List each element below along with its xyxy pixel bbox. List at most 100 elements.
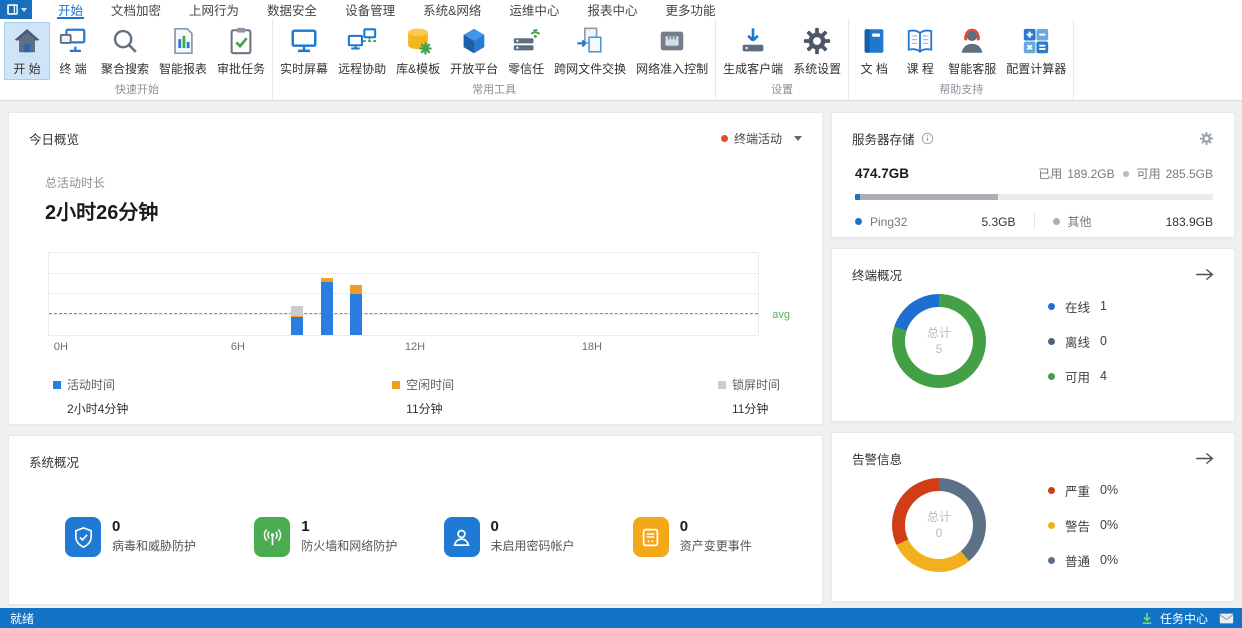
average-line-label: avg [772, 309, 790, 322]
activity-bar-hour-8 [291, 305, 304, 335]
bar-segment-active [291, 317, 304, 335]
bar-segment-active [320, 281, 333, 335]
ribbon-button-文档[interactable]: 文 档 [851, 22, 897, 80]
tab-文档加密[interactable]: 文档加密 [97, 0, 175, 19]
ribbon-button-课程[interactable]: 课 程 [897, 22, 943, 80]
ribbon-button-智能客服[interactable]: 智能客服 [943, 22, 1001, 80]
stat-value: 0 [112, 518, 121, 535]
ribbon-button-网络准入控制[interactable]: 网络准入控制 [631, 22, 713, 80]
ribbon-button-label: 智能报表 [159, 62, 208, 76]
asset-device-icon [632, 517, 669, 557]
tab-数据安全[interactable]: 数据安全 [253, 0, 331, 19]
alerts-title: 告警信息 [852, 453, 903, 467]
ribbon-button-系统设置[interactable]: 系统设置 [788, 22, 846, 80]
tab-上网行为[interactable]: 上网行为 [175, 0, 253, 19]
task-center-button[interactable]: 任务中心 [1141, 610, 1234, 627]
bar-segment-idle [350, 284, 363, 295]
app-menu-button[interactable] [0, 0, 32, 19]
total-activity-metric: 总活动时长 2小时26分钟 [45, 174, 822, 225]
ribbon-button-审批任务[interactable]: 审批任务 [212, 22, 270, 80]
info-circle-icon[interactable] [921, 132, 934, 145]
tab-设备管理[interactable]: 设备管理 [331, 0, 409, 19]
ribbon-spacer [1074, 19, 1242, 100]
arrow-right-icon[interactable] [1195, 268, 1214, 281]
ribbon-button-智能报表[interactable]: 智能报表 [154, 22, 212, 80]
home-icon [12, 26, 42, 56]
terminal-monitor-icon [58, 26, 88, 56]
tab-运维中心[interactable]: 运维中心 [495, 0, 573, 19]
ribbon-button-配置计算器[interactable]: 配置计算器 [1001, 22, 1071, 80]
legend-label: 活动时间 [67, 378, 116, 392]
right-column: 服务器存储 474.7GB 已用 189.2GB 可用 285.5GB Ping… [831, 112, 1235, 604]
server-storage-title: 服务器存储 [852, 133, 915, 147]
used-value: 189.2GB [1067, 166, 1115, 181]
system-stat-病毒和威胁防护: 0 病毒和威胁防护 [65, 517, 254, 557]
ribbon-button-零信任[interactable]: 零信任 [503, 22, 549, 80]
menubar: 开始 文档加密 上网行为 数据安全 设备管理 系统&网络 运维中心 报表中心 更多功能 [0, 0, 1242, 19]
free-label: 可用 [1136, 167, 1161, 181]
docs-book-icon [859, 26, 889, 56]
today-overview-card: 今日概览 终端活动 总活动时长 2小时26分钟 avg 0H 6H 12H 18H 活… [8, 112, 823, 425]
storage-total: 474.7GB [855, 166, 910, 181]
legend-square-icon [392, 380, 401, 389]
red-dot-icon [720, 135, 728, 142]
chart-legend-item-idle: 空闲时间 11分钟 [392, 376, 454, 417]
ribbon-button-库&模板[interactable]: 库&模板 [391, 22, 445, 80]
system-settings-icon [802, 26, 832, 56]
activity-type-dropdown[interactable]: 终端活动 [720, 130, 802, 147]
config-calculator-icon [1021, 26, 1051, 56]
smart-report-icon [168, 26, 198, 56]
ribbon-group-label: 设置 [771, 84, 794, 96]
ribbon-button-开始[interactable]: 开 始 [4, 22, 50, 80]
ribbon-button-远程协助[interactable]: 远程协助 [333, 22, 391, 80]
stat-label: 未启用密码帐户 [490, 539, 575, 553]
metric-label: 总活动时长 [45, 176, 106, 190]
legend-dot-icon [855, 218, 862, 225]
activity-bar-hour-10 [350, 284, 363, 335]
legend-dot-icon [1052, 218, 1060, 225]
legend-value: 0% [1100, 483, 1119, 497]
ribbon-button-终端[interactable]: 终 端 [50, 22, 96, 80]
ribbon-button-生成客户端[interactable]: 生成客户端 [718, 22, 788, 80]
signal-tower-icon [254, 517, 291, 557]
system-stat-未启用密码帐户: 0 未启用密码帐户 [443, 517, 633, 557]
activity-bar-hour-9 [320, 277, 333, 335]
tab-更多功能[interactable]: 更多功能 [651, 0, 729, 19]
metric-value: 2小时26分钟 [45, 202, 159, 224]
ribbon-button-label: 远程协助 [338, 62, 387, 76]
mail-icon[interactable] [1219, 613, 1234, 624]
tab-报表中心[interactable]: 报表中心 [573, 0, 651, 19]
chart-legend-item-locked: 锁屏时间 11分钟 [717, 376, 780, 417]
ribbon-button-跨网文件交换[interactable]: 跨网文件交换 [549, 22, 631, 80]
legend-label: 空闲时间 [406, 378, 455, 392]
tab-系统&网络[interactable]: 系统&网络 [409, 0, 495, 19]
app-menu-caret-icon [20, 7, 27, 12]
task-center-label: 任务中心 [1159, 611, 1208, 626]
donut-center-value: 0 [935, 526, 943, 540]
chevron-down-icon [794, 136, 802, 141]
status-text: 就绪 [10, 611, 35, 626]
ribbon-group-label: 快速开始 [115, 84, 160, 96]
ribbon-button-开放平台[interactable]: 开放平台 [445, 22, 503, 80]
tab-开始[interactable]: 开始 [44, 0, 97, 19]
legend-value: 183.9GB [1165, 214, 1213, 229]
legend-value: 0% [1100, 553, 1119, 567]
gear-icon[interactable] [1199, 131, 1214, 146]
ribbon-button-聚合搜索[interactable]: 聚合搜索 [96, 22, 154, 80]
donut-legend-item-离线: 离线 0 [1048, 332, 1107, 351]
ribbon-button-实时屏幕[interactable]: 实时屏幕 [275, 22, 333, 80]
ribbon-button-label: 系统设置 [793, 62, 842, 76]
arrow-right-icon[interactable] [1195, 452, 1214, 465]
support-agent-icon [957, 26, 987, 56]
ribbon-group: 生成客户端 系统设置设置 [716, 19, 850, 100]
legend-dot-icon [1048, 556, 1055, 564]
legend-square-icon [717, 380, 726, 389]
separator-dot-icon [1122, 170, 1129, 177]
legend-dot-icon [1048, 521, 1055, 529]
legend-label: 锁屏时间 [731, 378, 780, 392]
legend-label: Ping32 [870, 214, 908, 229]
app-window-icon [6, 3, 19, 16]
activity-chart: avg 0H 6H 12H 18H [48, 252, 790, 356]
ribbon-group-label: 帮助支持 [939, 84, 984, 96]
shield-check-icon [65, 517, 101, 557]
